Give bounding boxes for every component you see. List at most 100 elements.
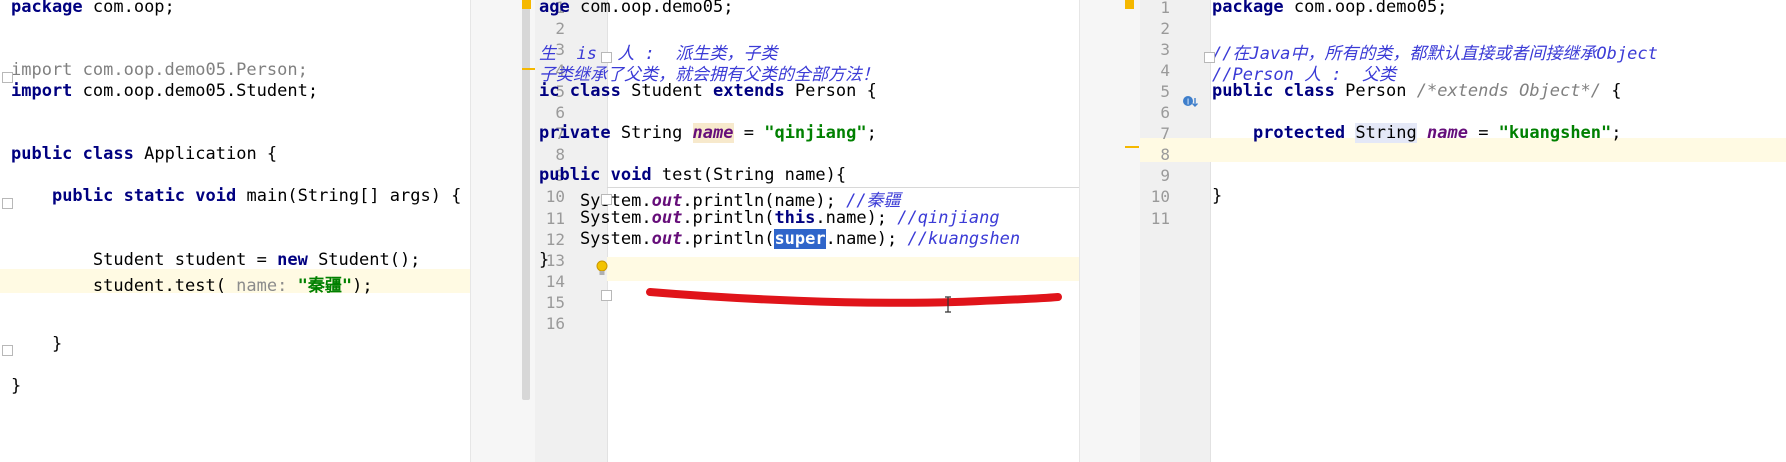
code-token: void xyxy=(610,165,652,186)
line-number: 4 xyxy=(1160,61,1170,81)
code-line[interactable]: public void test(String name){ xyxy=(539,165,846,185)
code-token: student.test( xyxy=(11,275,237,296)
override-gutter-icon[interactable]: I xyxy=(1182,94,1198,110)
code-token: com.oop.demo05; xyxy=(569,0,734,17)
code-token: } xyxy=(11,333,63,354)
code-token: ; xyxy=(866,123,877,144)
editor-pane-application[interactable]: package com.oop; import com.oop.demo05.Pe… xyxy=(0,0,535,462)
code-token: out xyxy=(651,228,683,249)
code-token: Person { xyxy=(784,81,877,102)
scroll-marker[interactable] xyxy=(522,68,535,70)
scroll-marker[interactable] xyxy=(1125,146,1139,148)
code-line[interactable]: Student student = new Student(); xyxy=(11,249,421,270)
code-line[interactable]: private String name = "qinjiang"; xyxy=(539,123,877,144)
scrollbar-track[interactable] xyxy=(1079,0,1140,462)
code-token: Person xyxy=(1334,81,1417,102)
code-token: static xyxy=(123,186,186,207)
code-token: class xyxy=(569,81,621,102)
code-line[interactable]: System.out.println(super.name); //kuangs… xyxy=(539,228,1021,249)
code-token: .println( xyxy=(682,228,775,249)
code-token: new xyxy=(277,249,308,270)
line-number: 9 xyxy=(1160,166,1170,186)
code-line[interactable]: package com.oop; xyxy=(11,0,175,17)
fold-marker[interactable] xyxy=(601,52,612,63)
code-token: //qinjiang xyxy=(897,207,1000,228)
code-line[interactable]: public class Application { xyxy=(11,144,277,164)
code-token: ); xyxy=(352,275,373,296)
code-token: "qinjiang" xyxy=(764,123,867,144)
fold-marker[interactable] xyxy=(2,72,13,83)
code-token: name xyxy=(692,123,734,144)
code-token: Student xyxy=(620,81,714,102)
code-token: = xyxy=(733,123,765,144)
code-token: ; xyxy=(1611,123,1622,144)
fold-marker[interactable] xyxy=(2,198,13,209)
code-line[interactable]: System.out.println(this.name); //qinjian… xyxy=(539,208,1000,228)
editor-pane-student[interactable]: 1 2 3 4 5 6 7 8 9 10 11 12 13 14 15 16 age com.oop.demo… xyxy=(535,0,1140,462)
code-line[interactable]: } xyxy=(11,376,21,396)
code-token: "kuangshen" xyxy=(1498,123,1612,144)
code-token: Application { xyxy=(133,144,278,165)
line-number: 8 xyxy=(555,145,565,165)
code-token: import xyxy=(11,81,73,102)
code-line[interactable]: import com.oop.demo05.Student; xyxy=(11,81,318,101)
code-line[interactable]: package com.oop.demo05; xyxy=(1212,0,1447,17)
code-token: class xyxy=(82,144,134,165)
code-line[interactable]: age com.oop.demo05; xyxy=(539,0,733,17)
line-number: 6 xyxy=(555,103,565,123)
red-annotation-underline xyxy=(646,288,1062,307)
line-number: 10 xyxy=(1150,187,1170,207)
code-token: } xyxy=(539,249,550,270)
code-line[interactable]: ic class Student extends Person { xyxy=(539,81,877,101)
code-token: .name); xyxy=(815,207,898,228)
warning-marker[interactable] xyxy=(522,0,531,9)
code-token: public xyxy=(1212,81,1274,102)
code-token: com.oop; xyxy=(82,0,175,17)
code-line[interactable]: } xyxy=(539,250,549,270)
code-line[interactable]: protected String name = "kuangshen"; xyxy=(1212,123,1622,144)
code-token: void xyxy=(195,186,237,207)
code-token: package xyxy=(11,0,83,17)
code-token: //kuangshen xyxy=(907,228,1021,249)
code-token: this xyxy=(774,207,816,228)
code-token: out xyxy=(651,207,683,228)
code-token: private xyxy=(539,123,611,144)
code-token: /*extends Object*/ xyxy=(1416,81,1601,102)
code-token: Student student = xyxy=(11,249,278,270)
code-token: { xyxy=(1600,81,1622,102)
code-token: } xyxy=(1212,186,1223,207)
code-token: class xyxy=(1283,81,1335,102)
code-token: com.oop.demo05; xyxy=(1283,0,1448,17)
fold-marker[interactable] xyxy=(601,194,612,205)
line-number: 6 xyxy=(1160,103,1170,123)
code-line[interactable]: import com.oop.demo05.Person; xyxy=(11,60,308,80)
line-number: 3 xyxy=(1160,40,1170,60)
scrollbar-thumb[interactable] xyxy=(522,0,530,400)
code-token: main(String[] args) { xyxy=(236,186,462,207)
code-line[interactable]: public static void main(String[] args) { xyxy=(11,186,461,206)
code-line[interactable]: public class Person /*extends Object*/ { xyxy=(1212,81,1621,101)
line-number: 5 xyxy=(1160,82,1170,102)
fold-marker[interactable] xyxy=(2,345,13,356)
lightbulb-icon[interactable] xyxy=(595,260,609,278)
fold-marker[interactable] xyxy=(1204,52,1215,63)
code-token: test(String name){ xyxy=(651,165,847,186)
line-number: 8 xyxy=(1160,145,1170,165)
warning-marker[interactable] xyxy=(1125,0,1134,9)
code-line[interactable]: } xyxy=(11,334,62,354)
code-token: Student(); xyxy=(307,249,421,270)
code-line[interactable]: } xyxy=(1212,186,1222,206)
code-line[interactable]: student.test( name: "秦疆"); xyxy=(11,271,373,296)
svg-text:I: I xyxy=(1187,98,1189,107)
code-token: public xyxy=(539,165,601,186)
code-token: name xyxy=(1427,123,1468,144)
editor-pane-person[interactable]: 1 2 3 4 5 6 7 8 9 10 11 package com.oop.demo05;//在… xyxy=(1140,0,1786,462)
code-token: extends xyxy=(713,81,785,102)
code-token: age xyxy=(539,0,570,17)
